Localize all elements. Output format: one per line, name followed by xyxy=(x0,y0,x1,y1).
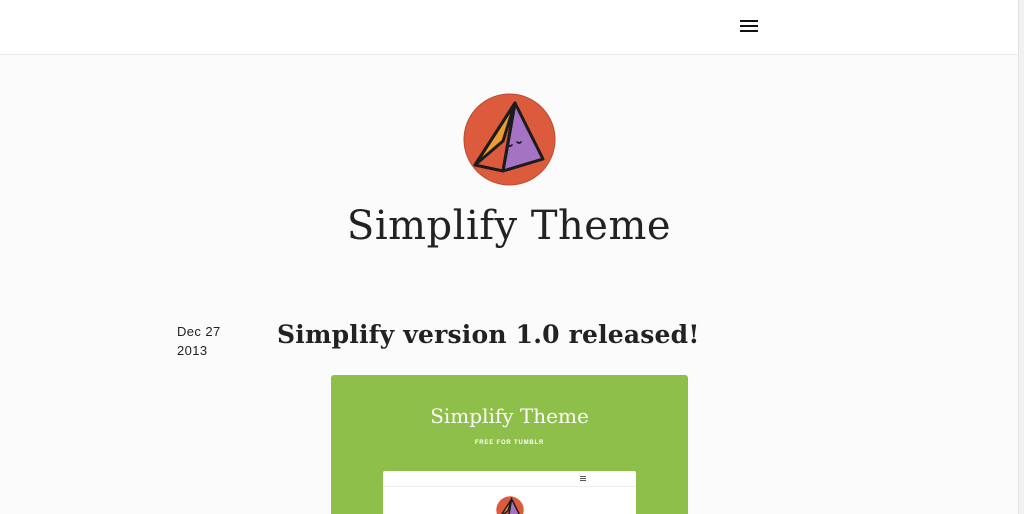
pyramid-logo-icon[interactable] xyxy=(463,93,556,186)
post-image-subtitle: FREE FOR TUMBLR xyxy=(474,440,545,446)
page-scrollbar[interactable] xyxy=(1018,0,1024,514)
page: Simplify Theme Dec 27 2013 Simplify vers… xyxy=(0,0,1024,514)
post-image[interactable]: Simplify Theme FREE FOR TUMBLR xyxy=(331,375,688,514)
post-image-title: Simplify Theme xyxy=(430,404,589,428)
post-image-browser-preview xyxy=(383,471,636,514)
hamburger-menu-icon[interactable] xyxy=(740,18,761,35)
site-title[interactable]: Simplify Theme xyxy=(0,203,1018,249)
top-bar xyxy=(0,0,1018,55)
post-date-month-day: Dec 27 xyxy=(177,324,221,339)
post-date-year: 2013 xyxy=(177,343,208,358)
preview-pyramid-logo-icon xyxy=(496,496,524,514)
preview-menu-icon xyxy=(580,476,586,481)
preview-top-bar xyxy=(383,471,636,487)
post-date: Dec 27 2013 xyxy=(177,322,247,360)
post-title[interactable]: Simplify version 1.0 released! xyxy=(277,320,700,349)
